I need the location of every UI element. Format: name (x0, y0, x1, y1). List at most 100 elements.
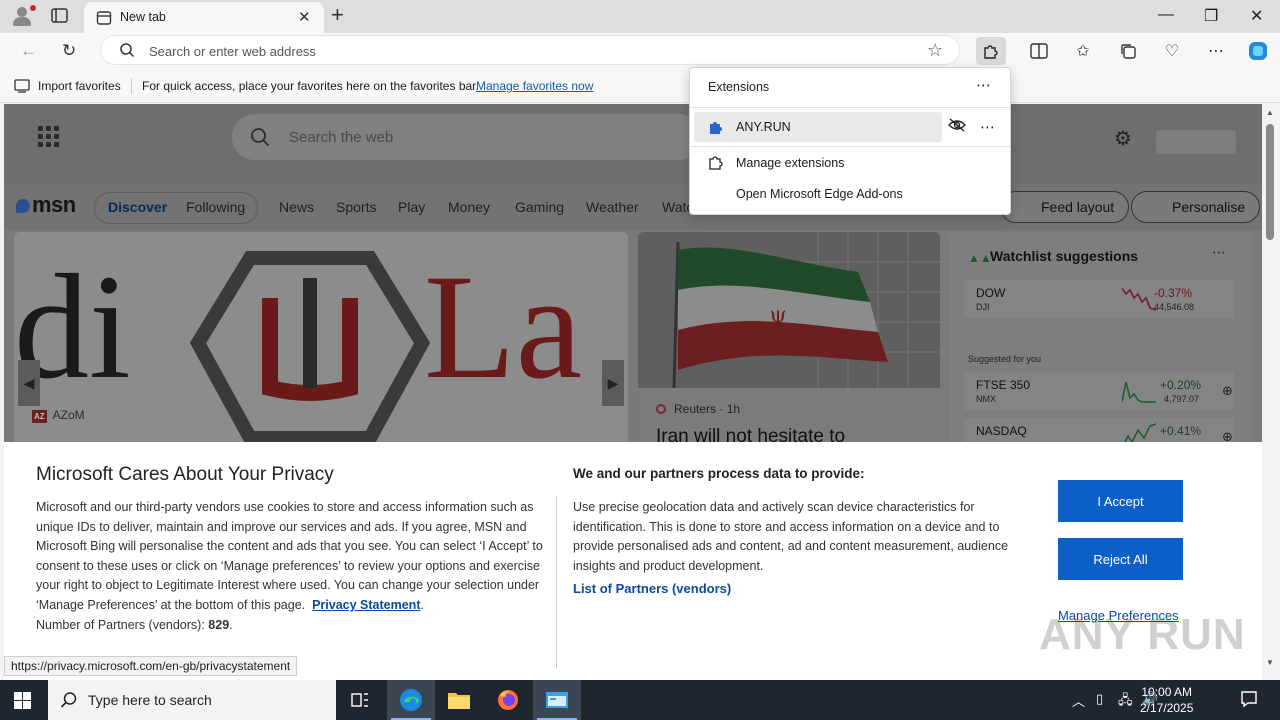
nav-money[interactable]: Money (448, 199, 490, 215)
manage-extensions-icon (708, 154, 724, 173)
nav-news[interactable]: News (279, 199, 314, 215)
list-of-partners-link[interactable]: List of Partners (vendors) (573, 581, 731, 596)
search-icon (250, 127, 270, 150)
close-window-icon[interactable]: ✕ (1250, 6, 1263, 26)
close-tab-icon[interactable]: ✕ (298, 8, 311, 26)
address-bar[interactable]: Search or enter web address ☆ (100, 35, 960, 65)
copilot-icon[interactable] (1243, 37, 1273, 65)
msn-logo[interactable]: msn (16, 192, 76, 218)
import-favorites-button[interactable]: Import favorites (38, 79, 121, 93)
scroll-thumb[interactable] (1266, 124, 1274, 240)
stock-row[interactable]: FTSE 350 NMX +0.20% 4,797.07 ⊕ (964, 372, 1234, 410)
carousel-next-icon[interactable]: ▶ (602, 360, 624, 406)
task-view-icon[interactable] (336, 680, 384, 720)
clock-date: 2/17/2025 (1140, 701, 1194, 715)
sparkline-down-icon (1122, 287, 1156, 311)
split-screen-icon[interactable] (1024, 37, 1054, 65)
carousel-prev-icon[interactable]: ◀ (18, 360, 40, 406)
personalise-label: Personalise (1172, 199, 1246, 215)
system-clock[interactable]: 10:00 AM 2/17/2025 (1140, 684, 1193, 716)
azom-logo-icon: AZ (32, 410, 47, 423)
msn-butterfly-icon (16, 199, 30, 214)
back-arrow-icon[interactable]: ← (20, 41, 37, 61)
favorite-star-icon[interactable]: ☆ (927, 40, 943, 61)
page-scrollbar[interactable]: ▲ ▼ (1262, 104, 1280, 680)
browser-toolbar: ← ↻ Search or enter web address ☆ ✩ ♡ ⋯ (0, 33, 1280, 69)
app-launcher-icon[interactable] (38, 126, 59, 147)
network-icon[interactable]: 🖧 (1118, 691, 1133, 713)
iran-flag-photo: ψ (638, 232, 940, 388)
taskbar-search-input[interactable]: Type here to search (88, 692, 212, 708)
tab-title: New tab (120, 10, 166, 24)
collections-icon[interactable] (1113, 37, 1143, 65)
profile-avatar-icon[interactable] (8, 4, 36, 28)
minimize-icon[interactable]: — (1158, 6, 1174, 24)
file-explorer-icon[interactable] (435, 680, 483, 720)
divider (690, 146, 1010, 147)
tab-new-tab[interactable]: New tab ✕ (84, 2, 324, 33)
nav-weather[interactable]: Weather (586, 199, 639, 215)
settings-more-icon[interactable]: ⋯ (1201, 37, 1231, 65)
article-card-azom[interactable]: di La ◀ ▶ AZ AZoM (14, 232, 628, 452)
browser-essentials-icon[interactable]: ♡ (1157, 37, 1187, 65)
privacy-statement-link[interactable]: Privacy Statement (312, 598, 420, 612)
manage-preferences-link[interactable]: Manage Preferences (1058, 608, 1179, 623)
extension-more-options-icon[interactable]: ⋯ (980, 118, 995, 136)
sign-in-button[interactable] (1156, 130, 1236, 154)
data-processing-body: Use precise geolocation data and activel… (573, 500, 1009, 573)
divider (690, 107, 1010, 108)
tab-actions-icon[interactable] (50, 7, 70, 25)
web-search-box[interactable]: Search the web (232, 114, 702, 160)
reject-all-button[interactable]: Reject All (1058, 538, 1183, 580)
app-window-icon[interactable] (533, 680, 581, 720)
suggested-label: Suggested for you (968, 354, 1042, 364)
gear-icon[interactable]: ⚙ (1114, 126, 1132, 151)
favorites-icon[interactable]: ✩ (1068, 37, 1098, 65)
stock-row[interactable]: DOW DJI -0.37% 44,546.08 (964, 280, 1234, 318)
search-icon (119, 42, 135, 61)
show-hidden-icons-icon[interactable]: ︿ (1072, 691, 1085, 710)
restore-icon[interactable]: ❐ (1204, 6, 1218, 26)
import-icon[interactable] (14, 79, 30, 96)
nav-gaming[interactable]: Gaming (515, 199, 564, 215)
stock-chart-icon: ▲▲ (968, 251, 992, 265)
partners-count-label: Number of Partners (vendors): (36, 617, 205, 632)
extension-name: ANY.RUN (736, 120, 791, 134)
title-bar: New tab ✕ + — ❐ ✕ (0, 0, 1280, 33)
article-card-reuters[interactable]: ψ Reuters · 1h Iran will not hesitate to (638, 232, 940, 452)
new-tab-button[interactable]: + (331, 4, 344, 26)
status-url-tooltip: https://privacy.microsoft.com/en-gb/priv… (4, 656, 298, 676)
more-options-icon[interactable]: ⋯ (976, 76, 991, 94)
address-input[interactable]: Search or enter web address (149, 44, 316, 59)
extensions-puzzle-icon[interactable] (976, 37, 1006, 65)
taskbar-search-box[interactable]: Type here to search (48, 680, 336, 720)
refresh-icon[interactable]: ↻ (62, 41, 76, 61)
feed-layout-button[interactable]: Feed layout (1000, 191, 1130, 223)
windows-start-icon[interactable] (14, 692, 31, 709)
extension-item-anyrun[interactable]: ANY.RUN (694, 112, 942, 142)
web-search-input[interactable]: Search the web (289, 129, 393, 146)
new-tab-page-icon (96, 10, 112, 29)
nav-following[interactable]: Following (186, 199, 245, 215)
manage-favorites-link[interactable]: Manage favorites now (476, 79, 593, 93)
nav-discover[interactable]: Discover (108, 199, 167, 215)
personalise-button[interactable]: Personalise (1131, 191, 1261, 223)
reuters-logo-icon (656, 404, 666, 414)
add-to-watchlist-icon[interactable]: ⊕ (1222, 383, 1233, 399)
notifications-icon[interactable] (1240, 690, 1258, 711)
scroll-up-icon[interactable]: ▲ (1266, 108, 1274, 117)
extensions-title: Extensions (708, 80, 770, 94)
scroll-down-icon[interactable]: ▼ (1266, 658, 1274, 667)
accept-button[interactable]: I Accept (1058, 480, 1183, 522)
partners-count: 829 (208, 617, 230, 632)
manage-extensions-item[interactable]: Manage extensions (736, 156, 844, 170)
watchlist-card: ▲▲ Watchlist suggestions ⋯ DOW DJI -0.37… (950, 232, 1252, 456)
more-options-icon[interactable]: ⋯ (1212, 244, 1226, 261)
nav-play[interactable]: Play (398, 199, 425, 215)
battery-icon[interactable]: ▯ (1096, 691, 1103, 707)
nav-sports[interactable]: Sports (336, 199, 376, 215)
open-addons-item[interactable]: Open Microsoft Edge Add-ons (736, 187, 903, 201)
firefox-icon[interactable] (484, 680, 532, 720)
edge-taskbar-icon[interactable] (387, 680, 435, 720)
hide-from-toolbar-icon[interactable] (948, 117, 966, 136)
